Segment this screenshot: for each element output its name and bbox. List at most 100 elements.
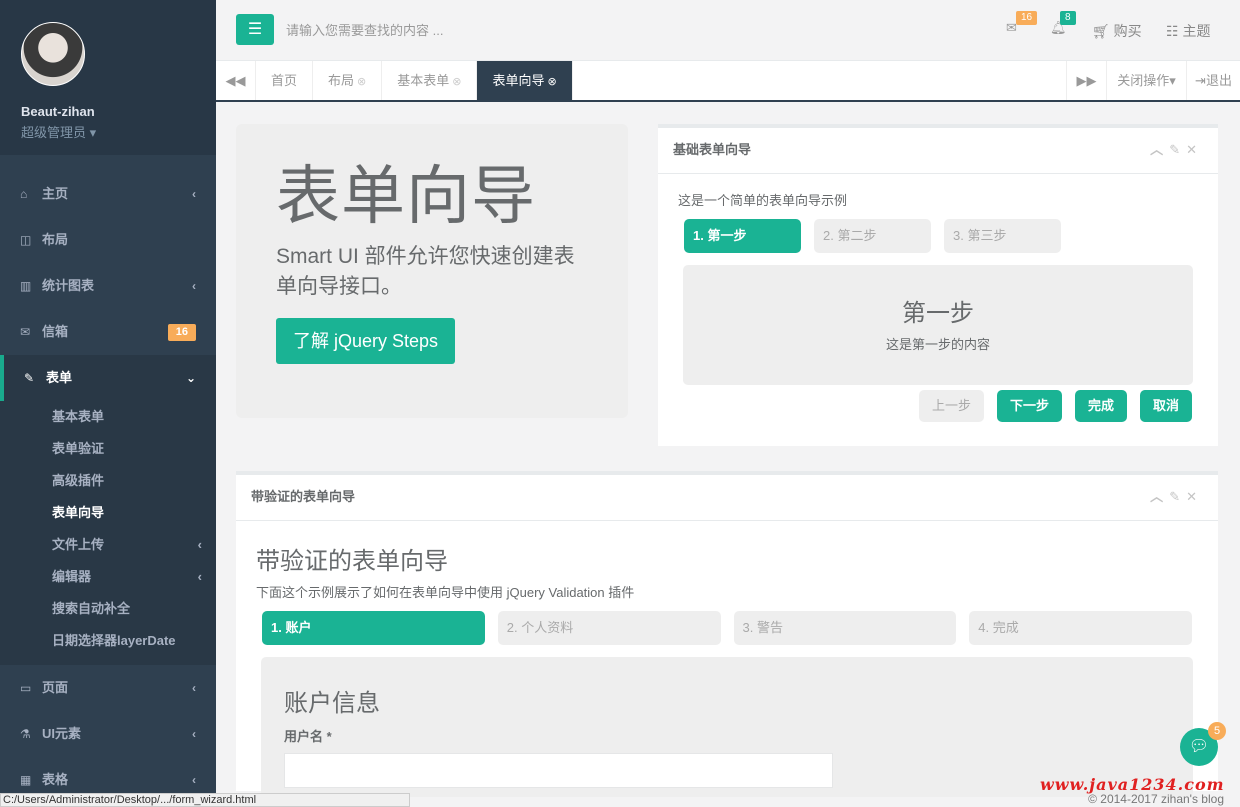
submenu-label: 编辑器 (52, 569, 92, 584)
theme-label: 主题 (1182, 23, 1211, 39)
backward-icon: ◀◀ (225, 73, 246, 88)
wizard-step-3[interactable]: 3. 第三步 (944, 219, 1061, 253)
tab-label: 布局 (328, 73, 355, 88)
notifications-count-badge: 8 (1060, 11, 1076, 25)
panel-tools: ︿✎✕ (1150, 128, 1203, 172)
buy-label: 购买 (1113, 23, 1142, 39)
sidebar-item-mailbox[interactable]: ✉ 信箱 16 (0, 309, 216, 355)
collapse-icon[interactable]: ︿ (1150, 142, 1169, 157)
wizard-step-finish[interactable]: 4. 完成 (969, 611, 1192, 645)
jumbotron: 表单向导 Smart UI 部件允许您快速创建表单向导接口。 了解 jQuery… (236, 124, 628, 418)
sidebar-item-label: 主页 (42, 186, 69, 201)
chevron-left-icon: ‹ (192, 681, 196, 695)
tab-label: 首页 (271, 73, 298, 88)
tab-form-wizard[interactable]: 表单向导 ⊗ (477, 61, 573, 100)
search-input[interactable] (286, 14, 586, 46)
messages-count-badge: 16 (1016, 11, 1038, 25)
chevron-left-icon: ‹ (192, 187, 196, 201)
tabs-scroll-left-button[interactable]: ◀◀ (216, 61, 256, 100)
comments-icon: 💬︎ (1188, 738, 1210, 755)
panel-header: 带验证的表单向导 ︿✎✕ (236, 475, 1218, 521)
panel-tools: ︿✎✕ (1150, 475, 1203, 519)
basic-wizard-panel: 基础表单向导 ︿✎✕ 这是一个简单的表单向导示例 1. 第一步 2. 第二步 3… (658, 124, 1218, 446)
chat-button[interactable]: 💬︎ 5 (1180, 722, 1226, 766)
panel-header: 基础表单向导 ︿✎✕ (658, 128, 1218, 174)
sidebar-item-label: 页面 (42, 680, 69, 695)
close-icon[interactable]: ⊗ (452, 76, 461, 88)
top-navbar: ☰ ✉ 16 🔔︎ 8 🛒︎ 购买 ☷ 主题 (216, 0, 1240, 61)
tab-home[interactable]: 首页 (256, 61, 314, 100)
previous-button[interactable]: 上一步 (918, 390, 984, 422)
sidebar-item-label: UI元素 (42, 726, 82, 741)
menu-toggle-button[interactable]: ☰ (236, 14, 274, 45)
submenu-item-form-validation[interactable]: 表单验证 (0, 433, 216, 465)
submenu-item-editor[interactable]: 编辑器 ‹ (0, 561, 216, 593)
close-icon[interactable]: ✕ (1186, 142, 1203, 157)
submenu-item-advanced-plugins[interactable]: 高级插件 (0, 465, 216, 497)
panel-title: 基础表单向导 (673, 142, 752, 157)
forward-icon: ▶▶ (1076, 73, 1097, 88)
chevron-left-icon: ‹ (197, 569, 202, 584)
wrench-icon[interactable]: ✎ (1169, 142, 1186, 157)
close-icon[interactable]: ⊗ (548, 76, 557, 88)
sidebar: Beaut-zihan 超级管理员 ▾ ⌂ 主页 ‹ ◫ 布局 ▥ 统计图表 ‹ ✉ 信箱 1… (0, 0, 216, 807)
logout-label: 退出 (1205, 73, 1232, 88)
wizard-step-content: 第一步 这是第一步的内容 (683, 265, 1193, 385)
sidebar-item-forms[interactable]: ✎ 表单 ⌄ (0, 355, 216, 401)
sidebar-item-ui-elements[interactable]: ⚗ UI元素 ‹ (0, 711, 216, 757)
wizard-steps: 1. 第一步 2. 第二步 3. 第三步 (658, 219, 1218, 253)
finish-button[interactable]: 完成 (1074, 390, 1127, 422)
sidebar-item-pages[interactable]: ▭ 页面 ‹ (0, 665, 216, 711)
submenu-item-layerdate[interactable]: 日期选择器layerDate (0, 625, 216, 657)
edit-icon: ✎ (24, 371, 35, 385)
sign-out-icon: ⇥ (1195, 73, 1206, 88)
tab-label: 表单向导 (492, 73, 545, 88)
buy-link[interactable]: 🛒︎ 购买 (1092, 21, 1142, 41)
tabs-scroll-right-button[interactable]: ▶▶ (1066, 61, 1106, 100)
submenu-item-basic-form[interactable]: 基本表单 (0, 401, 216, 433)
wizard-steps: 1. 账户 2. 个人资料 3. 警告 4. 完成 (236, 611, 1218, 645)
sidebar-item-charts[interactable]: ▥ 统计图表 ‹ (0, 263, 216, 309)
wizard-actions: 上一步 下一步 完成 取消 (918, 390, 1192, 422)
learn-jquery-steps-button[interactable]: 了解 jQuery Steps (276, 318, 456, 364)
content-tabs: 首页 布局 ⊗ 基本表单 ⊗ 表单向导 ⊗ (256, 61, 573, 100)
theme-link[interactable]: ☷ 主题 (1166, 21, 1210, 41)
logout-button[interactable]: ⇥退出 (1186, 61, 1240, 100)
user-role-dropdown[interactable]: 超级管理员 ▾ (21, 122, 216, 141)
cancel-button[interactable]: 取消 (1139, 390, 1192, 422)
home-icon: ⌂ (20, 187, 28, 201)
username-field[interactable] (284, 753, 833, 788)
tab-basic-form[interactable]: 基本表单 ⊗ (382, 61, 478, 100)
notifications-button[interactable]: 🔔︎ 8 (1050, 11, 1076, 36)
section-description: 下面这个示例展示了如何在表单向导中使用 jQuery Validation 插件 (256, 585, 635, 600)
close-icon[interactable]: ⊗ (357, 76, 366, 88)
envelope-icon: ✉ (20, 325, 31, 339)
bar-chart-icon: ▥ (20, 279, 32, 293)
wizard-step-2[interactable]: 2. 第二步 (814, 219, 931, 253)
forms-submenu: 基本表单 表单验证 高级插件 表单向导 文件上传 ‹ 编辑器 ‹ 搜索自动补全 日期… (0, 401, 216, 665)
user-role-label: 超级管理员 (21, 125, 87, 140)
tasks-icon: ☷ (1166, 23, 1179, 39)
tab-layout[interactable]: 布局 ⊗ (313, 61, 383, 100)
messages-button[interactable]: ✉ 16 (1006, 11, 1038, 36)
user-name[interactable]: Beaut-zihan (21, 104, 216, 119)
wizard-step-account[interactable]: 1. 账户 (262, 611, 485, 645)
username-label: 用户名 * (284, 729, 332, 744)
sidebar-menu: ⌂ 主页 ‹ ◫ 布局 ▥ 统计图表 ‹ ✉ 信箱 16 ✎ 表单 ⌄ (0, 171, 216, 401)
next-button[interactable]: 下一步 (996, 390, 1062, 422)
sidebar-item-layout[interactable]: ◫ 布局 (0, 217, 216, 263)
wrench-icon[interactable]: ✎ (1169, 489, 1186, 504)
close-icon[interactable]: ✕ (1186, 489, 1203, 504)
desktop-icon: ▭ (20, 681, 32, 695)
collapse-icon[interactable]: ︿ (1150, 489, 1169, 504)
submenu-item-autocomplete[interactable]: 搜索自动补全 (0, 593, 216, 625)
close-operations-dropdown[interactable]: 关闭操作▾ (1106, 61, 1186, 100)
avatar[interactable] (21, 22, 85, 86)
wizard-step-warning[interactable]: 3. 警告 (733, 611, 957, 645)
submenu-item-file-upload[interactable]: 文件上传 ‹ (0, 529, 216, 561)
caret-down-icon: ▾ (89, 125, 97, 140)
wizard-step-profile[interactable]: 2. 个人资料 (497, 611, 721, 645)
wizard-step-1[interactable]: 1. 第一步 (684, 219, 801, 253)
submenu-item-form-wizard[interactable]: 表单向导 (0, 497, 216, 529)
sidebar-item-home[interactable]: ⌂ 主页 ‹ (0, 171, 216, 217)
